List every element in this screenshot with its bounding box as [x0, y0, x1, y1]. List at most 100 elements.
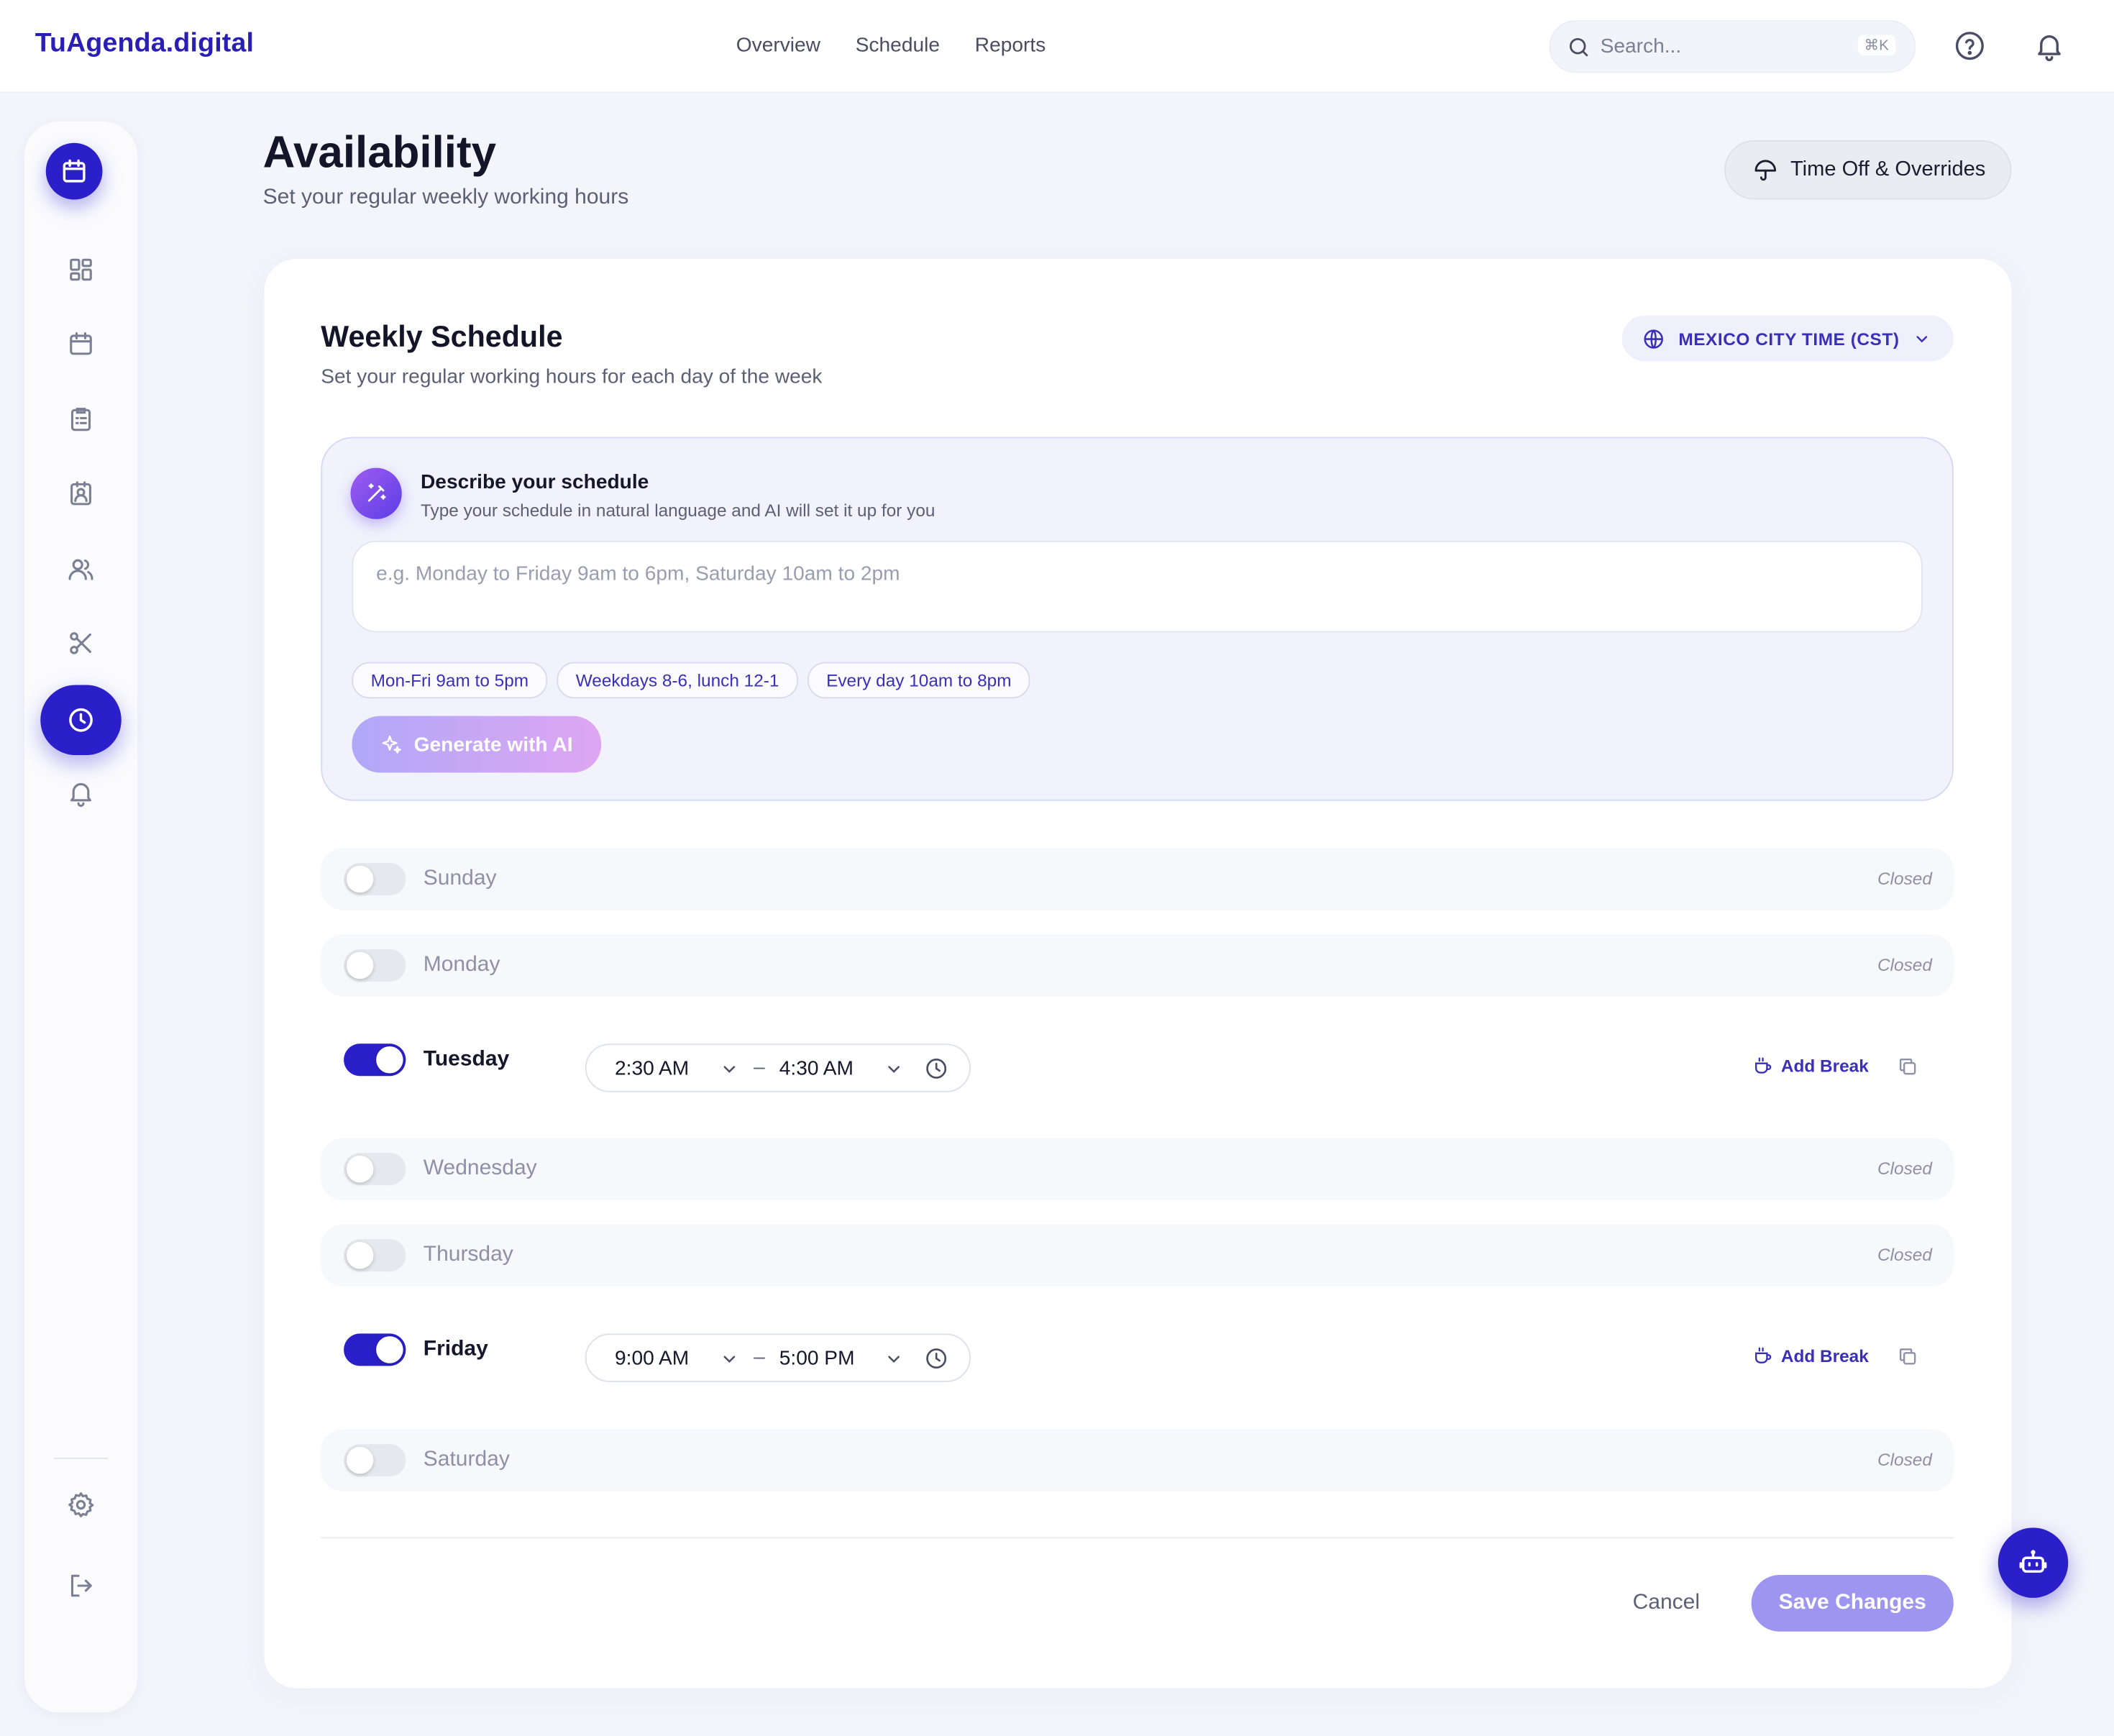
brand-logo[interactable]: TuAgenda.digital	[35, 28, 254, 59]
save-changes-button[interactable]: Save Changes	[1751, 1575, 1954, 1632]
umbrella-icon	[1753, 157, 1779, 183]
search-placeholder: Search...	[1600, 35, 1682, 58]
day-name: Tuesday	[423, 1047, 510, 1071]
search-shortcut: ⌘K	[1857, 35, 1896, 55]
sparkle-icon	[380, 733, 403, 756]
end-time-select[interactable]: 5:00 PM	[779, 1347, 855, 1370]
help-icon[interactable]	[1954, 29, 1986, 62]
ai-schedule-panel: Describe your schedule Type your schedul…	[321, 437, 1954, 801]
footer-divider	[321, 1537, 1954, 1539]
day-name: Monday	[423, 953, 500, 977]
copy-icon[interactable]	[1897, 1056, 1918, 1077]
nav-reports[interactable]: Reports	[975, 34, 1045, 57]
suggestion-chip[interactable]: Every day 10am to 8pm	[807, 662, 1030, 699]
day-name: Wednesday	[423, 1156, 537, 1180]
page-title: Availability	[262, 127, 497, 177]
sidebar-divider	[54, 1457, 108, 1459]
day-name: Sunday	[423, 867, 497, 890]
day-toggle[interactable]	[344, 949, 406, 982]
chevron-down-icon[interactable]	[720, 1060, 738, 1079]
coffee-icon	[1753, 1056, 1773, 1076]
day-name: Saturday	[423, 1448, 510, 1471]
day-row-thursday: Thursday Closed	[321, 1224, 1954, 1287]
add-break-button[interactable]: Add Break	[1753, 1346, 1869, 1366]
chevron-down-icon[interactable]	[884, 1060, 903, 1079]
sidebar	[24, 121, 138, 1713]
bell-icon[interactable]	[54, 766, 108, 820]
weekly-schedule-card: Weekly Schedule Set your regular working…	[264, 259, 2012, 1689]
time-off-label: Time Off & Overrides	[1790, 157, 1986, 181]
day-name: Friday	[423, 1338, 488, 1361]
schedule-description-input[interactable]: e.g. Monday to Friday 9am to 6pm, Saturd…	[352, 540, 1923, 633]
day-toggle[interactable]	[344, 863, 406, 895]
day-row-tuesday: Tuesday 2:30 AM – 4:30 AM Add Break	[321, 1028, 1954, 1092]
day-row-friday: Friday 9:00 AM – 5:00 PM Add Break	[321, 1317, 1954, 1382]
logout-icon[interactable]	[54, 1559, 108, 1613]
timezone-select[interactable]: MEXICO CITY TIME (CST)	[1621, 315, 1954, 362]
notifications-icon[interactable]	[2033, 29, 2066, 62]
add-break-label: Add Break	[1780, 1056, 1869, 1077]
coffee-icon	[1753, 1346, 1773, 1366]
timezone-label: MEXICO CITY TIME (CST)	[1678, 328, 1900, 349]
day-toggle[interactable]	[344, 1043, 406, 1077]
closed-label: Closed	[1877, 954, 1932, 975]
dashboard-icon[interactable]	[54, 243, 108, 297]
clock-icon[interactable]	[923, 1056, 949, 1082]
time-off-overrides-button[interactable]: Time Off & Overrides	[1724, 140, 2012, 200]
time-range-picker: 2:30 AM – 4:30 AM	[585, 1043, 971, 1092]
closed-label: Closed	[1877, 1244, 1932, 1265]
assistant-bot-button[interactable]	[1998, 1527, 2069, 1598]
calendar-icon[interactable]	[54, 317, 108, 371]
suggestion-chips: Mon-Fri 9am to 5pm Weekdays 8-6, lunch 1…	[352, 662, 1030, 699]
globe-icon	[1642, 327, 1665, 350]
start-time-select[interactable]: 2:30 AM	[615, 1057, 689, 1080]
search-icon	[1567, 35, 1591, 60]
clipboard-icon[interactable]	[54, 393, 108, 447]
closed-label: Closed	[1877, 1449, 1932, 1470]
generate-with-ai-button[interactable]: Generate with AI	[352, 716, 602, 773]
nav-schedule[interactable]: Schedule	[856, 34, 940, 57]
time-separator: –	[754, 1056, 765, 1079]
add-break-button[interactable]: Add Break	[1753, 1056, 1869, 1076]
page-subtitle: Set your regular weekly working hours	[262, 186, 629, 209]
closed-label: Closed	[1877, 868, 1932, 889]
day-name: Thursday	[423, 1243, 513, 1266]
time-separator: –	[754, 1346, 765, 1369]
suggestion-chip[interactable]: Weekdays 8-6, lunch 12-1	[557, 662, 798, 699]
chevron-down-icon[interactable]	[884, 1350, 903, 1369]
day-row-wednesday: Wednesday Closed	[321, 1138, 1954, 1200]
day-toggle[interactable]	[344, 1239, 406, 1272]
add-break-label: Add Break	[1780, 1346, 1869, 1366]
day-toggle[interactable]	[344, 1333, 406, 1366]
settings-icon[interactable]	[54, 1478, 108, 1532]
app-logo-calendar-icon[interactable]	[45, 142, 103, 200]
chevron-down-icon	[1913, 329, 1930, 347]
card-title: Weekly Schedule	[321, 319, 563, 354]
card-subtitle: Set your regular working hours for each …	[321, 365, 823, 388]
magic-wand-icon	[350, 467, 402, 519]
contact-icon[interactable]	[54, 467, 108, 521]
users-icon[interactable]	[54, 542, 108, 596]
top-nav: Overview Schedule Reports	[736, 34, 1046, 57]
day-row-monday: Monday Closed	[321, 934, 1954, 997]
chevron-down-icon[interactable]	[720, 1350, 738, 1369]
day-row-sunday: Sunday Closed	[321, 848, 1954, 910]
start-time-select[interactable]: 9:00 AM	[615, 1347, 689, 1370]
clock-icon[interactable]	[923, 1346, 949, 1371]
nav-overview[interactable]: Overview	[736, 34, 820, 57]
ai-title: Describe your schedule	[421, 470, 649, 494]
end-time-select[interactable]: 4:30 AM	[779, 1057, 854, 1080]
time-range-picker: 9:00 AM – 5:00 PM	[585, 1333, 971, 1382]
ai-subtitle: Type your schedule in natural language a…	[421, 500, 935, 521]
cancel-button[interactable]: Cancel	[1633, 1591, 1700, 1616]
day-row-saturday: Saturday Closed	[321, 1429, 1954, 1491]
day-toggle[interactable]	[344, 1153, 406, 1186]
scissors-icon[interactable]	[54, 616, 108, 670]
generate-label: Generate with AI	[413, 733, 573, 756]
copy-icon[interactable]	[1897, 1346, 1918, 1367]
day-toggle[interactable]	[344, 1444, 406, 1477]
robot-icon	[2018, 1548, 2048, 1578]
search-input[interactable]: Search... ⌘K	[1549, 20, 1916, 73]
clock-icon[interactable]	[40, 685, 122, 755]
suggestion-chip[interactable]: Mon-Fri 9am to 5pm	[352, 662, 548, 699]
